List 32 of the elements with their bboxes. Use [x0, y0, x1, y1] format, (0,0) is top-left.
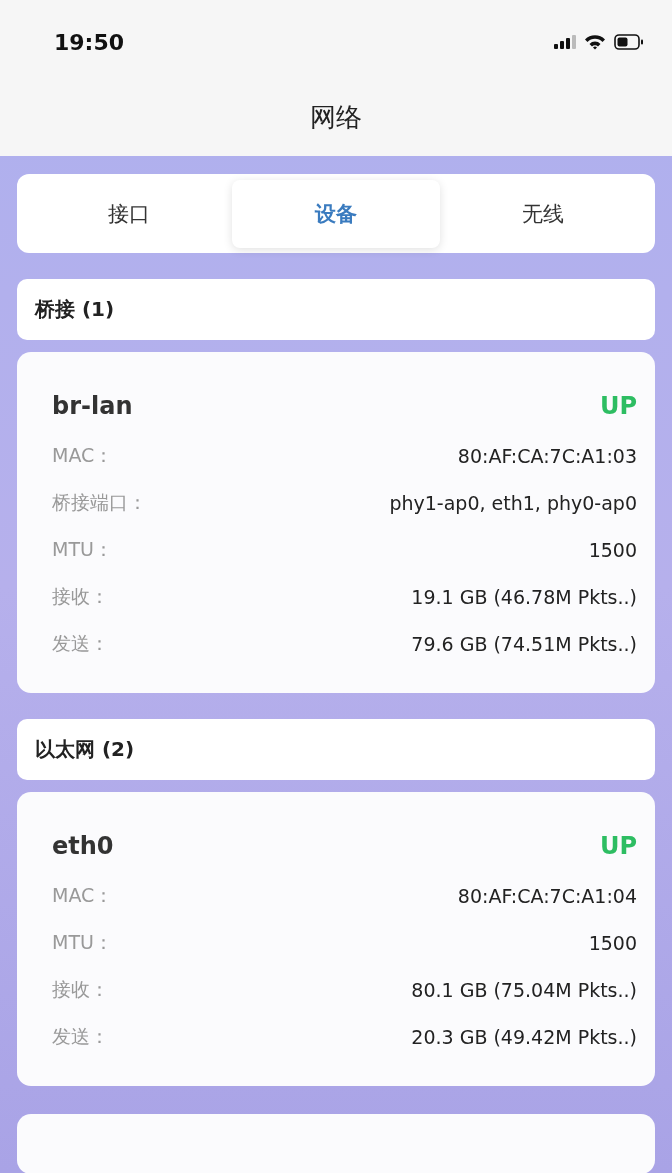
field-label: MTU：: [52, 536, 113, 562]
device-name: br-lan: [52, 392, 133, 420]
field-value: 80:AF:CA:7C:A1:04: [457, 884, 637, 907]
device-status: UP: [599, 832, 637, 860]
field-value: 19.1 GB (46.78M Pkts..): [411, 585, 637, 608]
status-time: 19:50: [54, 29, 125, 55]
field-label: MTU：: [52, 929, 113, 955]
field-value: 80:AF:CA:7C:A1:03: [457, 444, 637, 467]
tab[interactable]: 接口: [25, 179, 233, 248]
signal-icon: [554, 35, 576, 49]
field-value: 79.6 GB (74.51M Pkts..): [411, 632, 637, 655]
section-title: 以太网 (2): [35, 736, 135, 763]
field-value: 80.1 GB (75.04M Pkts..): [411, 978, 637, 1001]
page-title: 网络: [309, 101, 363, 134]
field-label: 桥接端口：: [52, 489, 147, 515]
field-value: 1500: [588, 931, 637, 954]
battery-icon: [614, 34, 644, 50]
field-label: 接收：: [52, 976, 109, 1002]
field-label: 发送：: [52, 1023, 109, 1049]
section-title: 桥接 (1): [35, 296, 115, 323]
field-value: 20.3 GB (49.42M Pkts..): [411, 1025, 637, 1048]
field-label: MAC：: [52, 442, 114, 468]
device-status: UP: [599, 392, 637, 420]
wifi-icon: [584, 34, 606, 50]
field-label: 接收：: [52, 583, 109, 609]
tab[interactable]: 无线: [439, 179, 647, 248]
tab[interactable]: 设备: [232, 179, 440, 248]
field-value: phy1-ap0, eth1, phy0-ap0: [389, 491, 637, 514]
field-label: MAC：: [52, 882, 114, 908]
field-value: 1500: [588, 538, 637, 561]
device-name: eth0: [52, 832, 114, 860]
field-label: 发送：: [52, 630, 109, 656]
